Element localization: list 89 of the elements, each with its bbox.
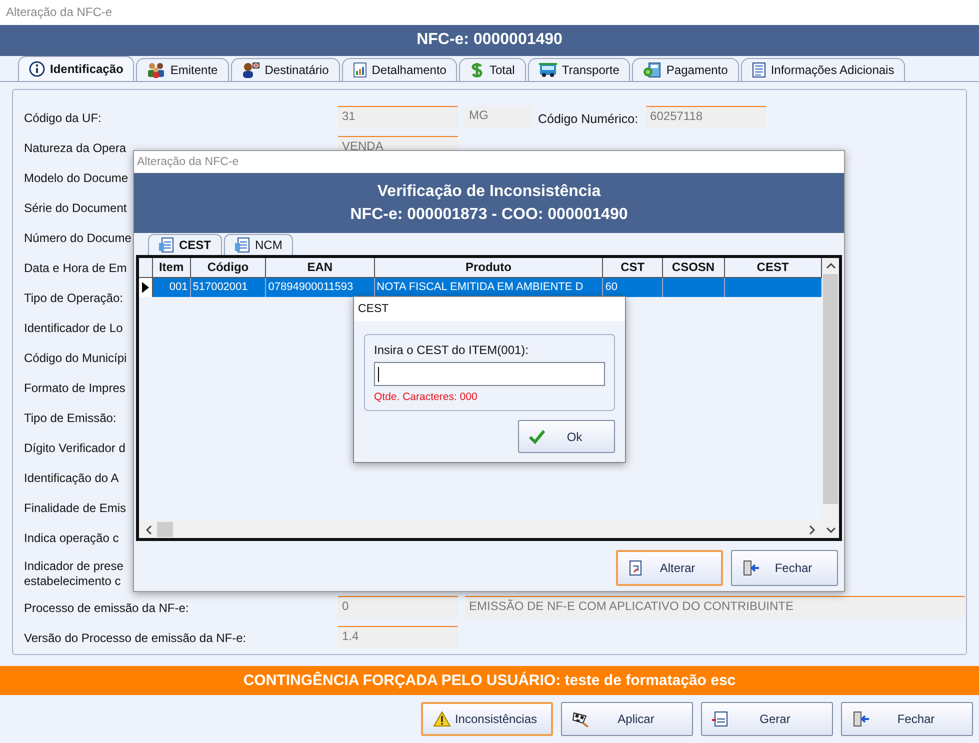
dialog-button[interactable]: Alterar [616,550,723,586]
bus-icon [538,62,557,78]
text-field[interactable]: 60257118 [646,106,766,128]
text-field[interactable]: 31 [338,106,458,128]
exit-door-icon [852,711,870,728]
edit-document-icon [628,560,644,576]
column-header[interactable]: CST [603,258,663,277]
dialog-title: Alteração da NFC-e [137,156,239,168]
field-label: Tipo de Operação: [24,291,123,306]
person-icon [242,62,260,78]
scroll-down-icon[interactable] [826,526,836,534]
tab[interactable]: Detalhamento [342,58,458,80]
column-header[interactable]: Produto [374,258,604,277]
column-header[interactable]: CSOSN [662,258,725,277]
scroll-right-icon[interactable] [808,524,816,534]
field-label: Número do Docume [24,231,132,246]
action-button[interactable]: Gerar [701,702,833,736]
dollar-icon [470,62,484,78]
field-label: Data e Hora de Em [24,261,127,276]
vertical-scrollbar[interactable] [822,258,839,538]
text-field[interactable]: 0 [338,596,458,618]
tab[interactable]: Transporte [528,58,630,80]
info-icon [29,60,45,76]
warning-icon [433,711,451,728]
column-header[interactable]: EAN [266,258,375,277]
text-field[interactable]: MG [465,106,532,128]
field-label: Processo de emissão da NF-e: [24,601,189,616]
document-icon [235,237,252,253]
table-row[interactable]: 001 517002001 07894900011593 NOTA FISCAL EMITIDA EM AMBIENTE D 60 [139,278,822,297]
field-label: Série do Document [24,201,127,216]
action-button[interactable]: Fechar [841,702,973,736]
field-label: Indica operação c [24,531,119,546]
checkered-flag-icon [572,711,590,728]
prompt-label: Insira o CEST do ITEM(001): [374,343,530,357]
calculator-icon [643,62,662,78]
table-cell: 001 [169,281,188,293]
action-button[interactable]: Inconsistências [421,702,553,736]
field-label: Versão do Processo de emissão da NF-e: [24,631,246,646]
scroll-left-icon[interactable] [145,524,153,534]
cest-input-field[interactable] [374,362,605,386]
field-label: Código do Municípi [24,351,127,366]
tab[interactable]: Informações Adicionais [740,58,906,80]
document-title: NFC-e: 0000001490 [416,31,562,50]
field-label: Código Numérico: [538,112,638,126]
dialog-heading: Verificação de Inconsistência [377,182,601,200]
report-icon [352,62,367,78]
banner-text: CONTINGÊNCIA FORÇADA PELO USUÁRIO: teste de formatação esc [243,672,736,689]
document-icon [712,711,728,728]
table-cell: NOTA FISCAL EMITIDA EM AMBIENTE D [376,281,584,293]
tab[interactable]: Identificação [18,56,134,80]
field-label: Modelo do Docume [24,171,128,186]
table-cell: 07894900011593 [268,281,354,293]
field-label: Natureza da Opera [24,141,126,156]
prompt-title: CEST [358,303,389,315]
document-icon [159,237,175,253]
text-field[interactable]: 1.4 [338,626,458,648]
scroll-up-icon[interactable] [826,262,836,270]
horizontal-scrollbar[interactable] [139,521,822,538]
field-label: Identificador de Lo [24,321,123,336]
ok-button[interactable]: Ok [518,420,615,453]
tab[interactable]: Destinatário [230,58,340,80]
tab[interactable]: Pagamento [632,58,739,80]
table-cell: 517002001 [192,281,248,293]
text-field[interactable]: EMISSÃO DE NF-E COM APLICATIVO DO CONTRIBUINTE [465,596,965,618]
field-label: Código da UF: [24,111,102,126]
field-label: Dígito Verificador d [24,441,126,456]
character-counter: Qtde. Caracteres: 000 [374,391,478,403]
field-label: estabelecimento c [24,574,121,588]
check-icon [529,430,545,444]
scroll-thumb[interactable] [823,274,838,504]
document-icon [752,62,766,78]
row-pointer-icon [142,282,149,293]
scroll-thumb[interactable] [157,522,173,537]
column-header[interactable]: Item [152,258,191,277]
field-label: Indicador de prese [24,558,124,574]
tab[interactable]: Total [459,58,526,80]
action-button[interactable]: Aplicar [561,702,693,736]
window-title: Alteração da NFC-e [6,5,112,20]
column-header[interactable]: Código [190,258,266,277]
field-label: Finalidade de Emis [24,501,126,516]
dialog-subheading: NFC-e: 000001873 - COO: 000001490 [350,206,628,224]
table-cell: 60 [605,281,618,293]
field-label: Formato de Impres [24,381,126,396]
field-label: Tipo de Emissão: [24,411,116,426]
dialog-button[interactable]: Fechar [731,550,838,586]
tab[interactable]: Emitente [136,58,229,80]
field-label: Identificação do A [24,471,119,486]
people-icon [147,62,166,78]
exit-door-icon [742,560,760,576]
